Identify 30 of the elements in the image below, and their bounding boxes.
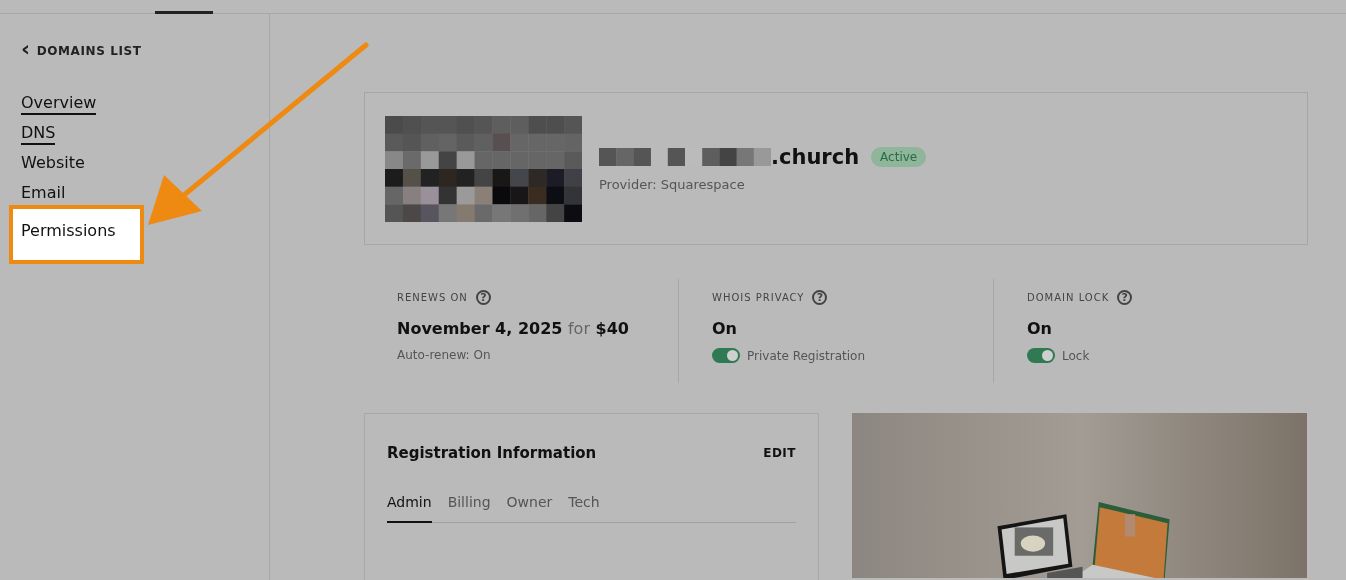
stat-value: On [1027,319,1053,338]
chevron-left-icon: ‹ [21,42,31,56]
sidebar-item[interactable]: Overview [13,89,121,119]
renewal-date: November 4, 2025 for $40 [397,319,630,338]
status-badge: Active [871,147,927,167]
tab-indicator [155,11,213,14]
stat-label: WHOIS PRIVACY [712,292,805,303]
help-icon[interactable]: ? [1117,290,1133,305]
tab[interactable]: Tech [568,494,600,522]
stat-label: DOMAIN LOCK [1027,292,1110,303]
help-icon[interactable]: ? [812,290,828,305]
edit-link[interactable]: EDIT [763,446,796,460]
tab[interactable]: Owner [506,494,553,522]
tab[interactable]: Billing [447,494,491,522]
toggle-label: Private Registration [747,348,865,363]
sidebar-item[interactable]: DNS [13,119,80,149]
auto-renew-text: Auto-renew: On [397,348,492,362]
toggle-switch[interactable] [1027,348,1055,363]
sidebar-item[interactable]: Website [13,149,109,179]
toggle-switch[interactable] [712,348,740,363]
card-title: Registration Information [387,444,597,462]
stat-label: RENEWS ON [397,292,468,303]
stat-value: On [712,319,738,338]
toggle-label: Lock [1062,348,1090,363]
domain-name: .church [771,145,860,169]
provider-text: Provider: Squarespace [599,177,746,192]
sidebar-item[interactable]: Email [13,179,90,209]
tab[interactable]: Admin [387,494,432,523]
help-icon[interactable]: ? [475,290,491,305]
back-link[interactable]: ‹ DOMAINS LIST [21,44,269,58]
